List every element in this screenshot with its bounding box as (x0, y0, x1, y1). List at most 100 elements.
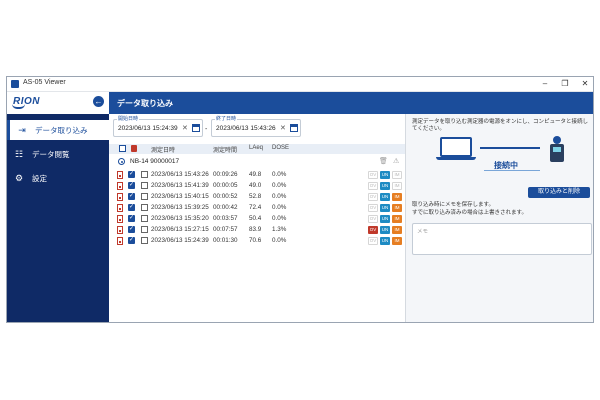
table-row[interactable]: ✓ 2023/06/13 15:40:15 00:00:52 52.8 0.0% OV UN… (109, 192, 405, 203)
row-checkbox[interactable]: ✓ (128, 215, 135, 222)
data-list-pane: 開始日時 2023/06/13 15:24:39 ✕ - 終了日時 2023/0… (109, 114, 405, 322)
calendar-icon[interactable] (290, 124, 298, 132)
row-select-checkbox[interactable] (141, 171, 148, 178)
row-duration: 00:07:57 (213, 226, 238, 233)
table-row[interactable]: ✓ 2023/06/13 15:24:39 00:01:30 70.6 0.0% OV UN… (109, 236, 405, 247)
im-badge: IM (392, 182, 402, 190)
pdf-icon[interactable] (117, 204, 123, 212)
close-button[interactable]: ✕ (579, 78, 591, 90)
memo-placeholder: メモ (417, 229, 429, 235)
im-badge: IM (392, 204, 402, 212)
arrow-left-circle-icon[interactable]: ← (93, 96, 104, 107)
sidebar-item-browse[interactable]: ☷ データ閲覧 (7, 144, 109, 164)
device-label: NB-14 90000017 (130, 158, 180, 165)
import-and-delete-button[interactable]: 取り込みと削除 (528, 187, 590, 198)
end-datetime-field[interactable]: 終了日時 2023/06/13 15:43:26 ✕ (211, 115, 301, 137)
pdf-icon[interactable] (117, 193, 123, 201)
pdf-icon[interactable] (117, 215, 123, 223)
im-badge: IM (392, 193, 402, 201)
row-checkbox[interactable]: ✓ (128, 193, 135, 200)
import-note-line1: 取り込み時にメモを保存します。 (412, 202, 494, 208)
row-laeq: 52.8 (249, 193, 262, 200)
select-all-icon[interactable] (119, 145, 126, 152)
start-datetime-label: 開始日時 (117, 115, 140, 122)
row-checkbox[interactable]: ✓ (128, 237, 135, 244)
minimize-button[interactable]: – (539, 78, 551, 90)
table-header: 測定日時 測定時間 LAeq DOSE (109, 144, 405, 154)
table-row[interactable]: ✓ 2023/06/13 15:39:25 00:00:42 72.4 0.0% OV UN… (109, 203, 405, 214)
pdf-icon[interactable] (117, 182, 123, 190)
pdf-icon[interactable] (117, 226, 123, 234)
row-select-checkbox[interactable] (141, 226, 148, 233)
row-select-checkbox[interactable] (141, 204, 148, 211)
row-duration: 00:03:57 (213, 215, 238, 222)
import-note-line2: すでに取り込み済みの場合は上書きされます。 (412, 210, 528, 216)
maximize-button[interactable]: ❐ (559, 78, 571, 90)
browse-icon: ☷ (14, 149, 24, 159)
row-checkbox[interactable]: ✓ (128, 182, 135, 189)
row-dose: 1.3% (272, 226, 287, 233)
table-row[interactable]: ✓ 2023/06/13 15:41:39 00:00:05 49.0 0.0% OV UN… (109, 181, 405, 192)
row-dose: 0.0% (272, 215, 287, 222)
row-checkbox[interactable]: ✓ (128, 226, 135, 233)
un-badge: UN (380, 182, 390, 190)
clear-icon[interactable]: ✕ (182, 124, 188, 132)
clear-icon[interactable]: ✕ (280, 124, 286, 132)
pdf-icon[interactable] (117, 237, 123, 245)
trash-icon[interactable]: 🗑 (379, 157, 388, 165)
memo-field[interactable]: メモ (412, 223, 592, 255)
sidebar-item-label: データ取り込み (35, 126, 88, 135)
im-badge: IM (392, 215, 402, 223)
device-radio[interactable] (118, 158, 125, 165)
logo-row: RION ← (7, 92, 109, 114)
row-datetime: 2023/06/13 15:27:15 (151, 226, 209, 233)
title-bar: AS-05 Viewer – ❐ ✕ (7, 77, 593, 92)
sidebar-item-import[interactable]: ⇥ データ取り込み (7, 120, 109, 140)
row-laeq: 49.0 (249, 182, 262, 189)
device-group-row[interactable]: NB-14 90000017 🗑 ⚠ (109, 157, 405, 167)
row-datetime: 2023/06/13 15:40:15 (151, 193, 209, 200)
table-row[interactable]: ✓ 2023/06/13 15:35:20 00:03:57 50.4 0.0% OV UN… (109, 214, 405, 225)
col-dose: DOSE (272, 145, 290, 151)
im-badge: IM (392, 171, 402, 179)
col-duration: 測定時間 (213, 148, 238, 154)
range-separator: - (205, 126, 208, 133)
laptop-base-icon (436, 157, 476, 160)
row-dose: 0.0% (272, 171, 287, 178)
un-badge: UN (380, 204, 390, 212)
row-duration: 00:00:42 (213, 204, 238, 211)
sidebar-item-settings[interactable]: ⚙ 設定 (7, 168, 109, 188)
row-checkbox[interactable]: ✓ (128, 171, 135, 178)
row-duration: 00:00:52 (213, 193, 238, 200)
row-laeq: 83.9 (249, 226, 262, 233)
row-select-checkbox[interactable] (141, 215, 148, 222)
table-row[interactable]: ✓ 2023/06/13 15:43:26 00:09:26 49.8 0.0% OV UN… (109, 170, 405, 181)
un-badge: UN (380, 171, 390, 179)
ov-badge: OV (368, 193, 378, 201)
row-select-checkbox[interactable] (141, 237, 148, 244)
ov-badge: OV (368, 215, 378, 223)
row-dose: 0.0% (272, 204, 287, 211)
delete-icon[interactable] (131, 145, 137, 152)
row-select-checkbox[interactable] (141, 193, 148, 200)
table-row[interactable]: ✓ 2023/06/13 15:27:15 00:07:57 83.9 1.3% OV UN… (109, 225, 405, 236)
start-datetime-field[interactable]: 開始日時 2023/06/13 15:24:39 ✕ (113, 115, 203, 137)
row-select-checkbox[interactable] (141, 182, 148, 189)
row-datetime: 2023/06/13 15:41:39 (151, 182, 209, 189)
end-datetime-value: 2023/06/13 15:43:26 (216, 125, 276, 132)
page-header: データ取り込み (109, 92, 593, 114)
row-duration: 00:00:05 (213, 182, 238, 189)
row-laeq: 49.8 (249, 171, 262, 178)
row-datetime: 2023/06/13 15:39:25 (151, 204, 209, 211)
status-underline (484, 170, 540, 171)
row-duration: 00:09:26 (213, 171, 238, 178)
pdf-icon[interactable] (117, 171, 123, 179)
calendar-icon[interactable] (192, 124, 200, 132)
row-checkbox[interactable]: ✓ (128, 204, 135, 211)
start-datetime-value: 2023/06/13 15:24:39 (118, 125, 178, 132)
ov-badge: OV (368, 204, 378, 212)
im-badge: IM (392, 237, 402, 245)
col-datetime: 測定日時 (151, 148, 176, 154)
rion-logo: RION (13, 96, 40, 107)
sound-meter-screen (553, 147, 561, 152)
